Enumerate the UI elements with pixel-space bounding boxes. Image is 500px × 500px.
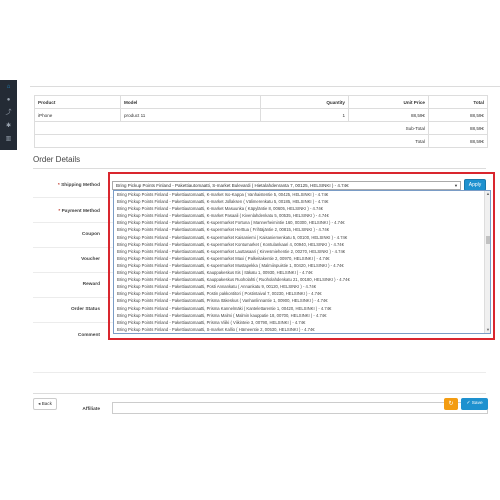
sidebar: ⌂ ● ⤴ ✱ ▥: [0, 80, 17, 150]
column-header: Unit Price: [348, 95, 429, 109]
divider: [33, 168, 486, 169]
back-arrow-icon: ◂: [38, 401, 41, 406]
comment-label: Comment: [77, 333, 100, 338]
highlight-box: [108, 172, 495, 340]
product-quantity: 1: [260, 108, 349, 122]
bar-chart-icon[interactable]: ▥: [5, 136, 12, 143]
subtotal-row: Sub-Total 88,59€: [34, 121, 488, 135]
subtotal-value: 88,59€: [428, 121, 488, 135]
affiliate-input[interactable]: [112, 402, 488, 414]
required-marker: *: [58, 209, 61, 214]
required-marker: *: [57, 183, 60, 188]
column-header: Total: [428, 95, 488, 109]
divider: [30, 86, 500, 87]
share-icon[interactable]: ⤴: [5, 110, 12, 117]
total-row: Total 88,59€: [34, 134, 488, 148]
label-text: Shipping Method: [61, 183, 100, 188]
total-label: Total: [34, 134, 429, 148]
label-text: Payment Method: [61, 209, 100, 214]
save-button[interactable]: ✓ Save: [461, 398, 488, 410]
gear-icon[interactable]: ✱: [5, 123, 12, 130]
home-icon[interactable]: ⌂: [5, 84, 12, 91]
save-icon: ✓: [466, 401, 471, 406]
order-status-label: Order Status: [70, 307, 100, 312]
divider: [33, 393, 486, 394]
voucher-label: Voucher: [81, 257, 100, 262]
product-total: 88,59€: [428, 108, 488, 122]
table-header-row: Product Model Quantity Unit Price Total: [34, 95, 488, 109]
back-label: Back: [41, 401, 52, 406]
reward-label: Reward: [82, 282, 100, 287]
total-value: 88,59€: [428, 134, 488, 148]
column-header: Model: [120, 95, 261, 109]
table-row: iPhone product 11 1 88,59€ 88,59€: [34, 108, 488, 122]
product-name: iPhone: [34, 108, 121, 122]
column-header: Quantity: [260, 95, 349, 109]
column-header: Product: [34, 95, 121, 109]
user-icon[interactable]: ●: [5, 97, 12, 104]
coupon-label: Coupon: [81, 232, 100, 237]
shipping-method-label: * Shipping Method: [32, 183, 100, 188]
products-table: Product Model Quantity Unit Price Total …: [34, 95, 488, 148]
section-title: Order Details: [33, 155, 81, 164]
back-button[interactable]: ◂ Back: [33, 398, 57, 410]
subtotal-label: Sub-Total: [34, 121, 429, 135]
refresh-button[interactable]: ↻: [444, 398, 458, 410]
payment-method-label: * Payment Method: [32, 209, 100, 214]
product-unit-price: 88,59€: [348, 108, 429, 122]
product-model: product 11: [120, 108, 261, 122]
refresh-icon: ↻: [448, 401, 454, 407]
divider: [33, 372, 486, 373]
save-label: Save: [471, 401, 483, 406]
